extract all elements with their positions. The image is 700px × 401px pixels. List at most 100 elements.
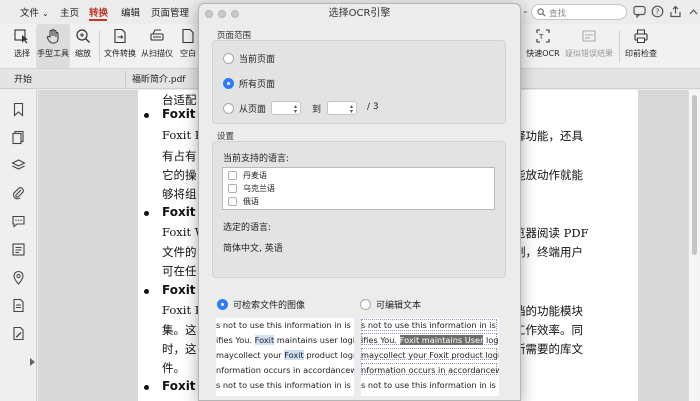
pages-icon[interactable] bbox=[11, 130, 26, 145]
selected-langs-label: 选定的语言: bbox=[223, 223, 272, 233]
signature-icon[interactable] bbox=[11, 326, 26, 341]
suspect-results-button[interactable]: 疑似错误结果 bbox=[564, 24, 614, 68]
all-pages-label: 所有页面 bbox=[239, 80, 276, 90]
stepper-arrows-icon[interactable]: ▴ ▾ bbox=[350, 104, 353, 115]
tab-start[interactable]: 开始 bbox=[14, 72, 32, 85]
searchable-image-radio[interactable] bbox=[217, 299, 228, 310]
zoom-icon bbox=[76, 29, 90, 43]
language-list[interactable]: 丹麦语 乌克兰语 俄语 bbox=[222, 167, 495, 210]
doc-line: 时，这 bbox=[162, 342, 197, 356]
doc-line: 工作效率。同 bbox=[514, 323, 583, 337]
current-page-label: 当前页面 bbox=[239, 55, 276, 65]
scrollbar-thumb[interactable] bbox=[692, 95, 697, 255]
bullet bbox=[144, 211, 149, 216]
doc-line: 集。这 bbox=[162, 323, 197, 337]
bullet bbox=[144, 385, 149, 390]
doc-line: 它的操 bbox=[162, 168, 197, 182]
quick-ocr-button[interactable]: T 快速OCR bbox=[525, 24, 561, 68]
preview-line: s not to use this information in is bbox=[361, 320, 496, 330]
settings-group: 当前支持的语言: 丹麦语 乌克兰语 俄语 选定的语言: 简体中文, 英语 bbox=[212, 141, 506, 278]
document-properties-icon[interactable] bbox=[11, 298, 26, 313]
doc-line: Foxit P bbox=[162, 128, 203, 142]
active-menu-indicator bbox=[89, 19, 107, 21]
from-scanner-button[interactable]: 从扫描仪 bbox=[140, 24, 174, 68]
form-fields-icon[interactable] bbox=[11, 242, 26, 257]
location-pin-icon[interactable] bbox=[11, 270, 26, 285]
tab-document[interactable]: 福昕简介.pdf bbox=[132, 72, 185, 85]
comment-icon[interactable] bbox=[11, 214, 26, 229]
share-icon[interactable] bbox=[669, 5, 682, 18]
ribbon-divider bbox=[619, 30, 620, 62]
scanner-icon bbox=[150, 29, 164, 41]
bookmark-icon[interactable] bbox=[11, 102, 26, 117]
doc-line: 释功能，还具 bbox=[514, 129, 583, 143]
doc-line: 档的功能模块 bbox=[514, 304, 583, 318]
all-pages-radio[interactable] bbox=[223, 78, 234, 89]
supported-langs-label: 当前支持的语言: bbox=[223, 154, 290, 164]
language-item[interactable]: 丹麦语 bbox=[243, 170, 267, 181]
searchable-image-label: 可检索文件的图像 bbox=[233, 301, 306, 311]
page-range-group: 当前页面 所有页面 从页面 ▴ ▾ 到 ▴ ▾ / 3 bbox=[212, 40, 506, 124]
doc-line: 可在任 bbox=[162, 264, 197, 278]
from-page-label: 从页面 bbox=[239, 105, 267, 115]
language-checkbox[interactable] bbox=[228, 197, 237, 206]
zoom-button[interactable]: 缩放 bbox=[72, 24, 94, 68]
select-tool-button[interactable]: 选择 bbox=[6, 24, 38, 68]
svg-text:?: ? bbox=[655, 8, 659, 17]
attachment-icon[interactable] bbox=[11, 186, 26, 201]
bullet bbox=[144, 289, 149, 294]
preview-line: s not to use this information in is bbox=[361, 380, 496, 390]
preview-line: maycollect your Foxit product logm bbox=[361, 350, 499, 360]
help-icon[interactable]: ? bbox=[651, 5, 664, 18]
language-checkbox[interactable] bbox=[228, 184, 237, 193]
menu-file[interactable]: 文件 ⌄ bbox=[20, 5, 49, 19]
doc-line: 够将组 bbox=[162, 187, 197, 201]
from-page-stepper[interactable]: ▴ ▾ bbox=[271, 101, 301, 115]
select-arrow-icon bbox=[14, 29, 28, 44]
svg-text:T: T bbox=[538, 33, 544, 41]
ribbon-divider bbox=[99, 30, 100, 62]
dropdown-caret-icon[interactable]: ⌄ bbox=[522, 6, 529, 15]
stepper-arrows-icon[interactable]: ▴ ▾ bbox=[294, 104, 297, 115]
vertical-scrollbar[interactable] bbox=[688, 90, 700, 401]
layers-icon[interactable] bbox=[11, 158, 26, 173]
blank-page-button[interactable]: 空白 bbox=[177, 24, 199, 68]
expand-icon[interactable] bbox=[687, 5, 700, 18]
to-page-stepper[interactable]: ▴ ▾ bbox=[327, 101, 357, 115]
language-item[interactable]: 俄语 bbox=[243, 196, 259, 207]
preview-line: s not to use this information in is bbox=[216, 380, 351, 390]
preview-line: ifies You. Foxit maintains user logifi bbox=[216, 335, 354, 345]
doc-line: 文件的 bbox=[162, 245, 197, 259]
print-check-icon bbox=[634, 29, 648, 43]
suspect-results-icon bbox=[582, 30, 596, 42]
tab-divider bbox=[125, 71, 126, 87]
hand-icon bbox=[46, 29, 59, 44]
expand-panel-icon[interactable] bbox=[30, 358, 35, 366]
doc-line: 台适配 bbox=[162, 93, 197, 107]
from-page-radio[interactable] bbox=[223, 103, 234, 114]
menu-convert[interactable]: 转换 bbox=[89, 5, 108, 19]
preview-line: ifies You. Foxit maintains User logifi bbox=[361, 335, 499, 345]
left-navigation-panel bbox=[0, 90, 37, 401]
preview-line: nformation occurs in accordancewi bbox=[361, 365, 499, 375]
doc-line: 所需要的库文 bbox=[514, 342, 583, 356]
hand-tool-button[interactable]: 手型工具 bbox=[36, 24, 70, 68]
file-convert-button[interactable]: 文件转换 bbox=[103, 24, 137, 68]
chat-icon[interactable] bbox=[633, 5, 646, 18]
doc-line: 能放动作就能 bbox=[514, 168, 583, 182]
editable-text-radio[interactable] bbox=[360, 299, 371, 310]
print-check-button[interactable]: 印前检查 bbox=[623, 24, 659, 68]
current-page-radio[interactable] bbox=[223, 53, 234, 64]
menu-edit[interactable]: 编辑 bbox=[121, 5, 140, 19]
blank-page-icon bbox=[182, 28, 194, 44]
doc-line: 制，终端用户 bbox=[514, 245, 583, 259]
searchable-image-preview: s not to use this information in is ifie… bbox=[216, 318, 354, 396]
search-input[interactable]: 查找 bbox=[531, 4, 627, 20]
editable-text-label: 可编辑文本 bbox=[376, 301, 422, 311]
menu-page-manage[interactable]: 页面管理 bbox=[151, 5, 189, 19]
selected-langs-value: 简体中文, 英语 bbox=[223, 244, 283, 254]
language-item[interactable]: 乌克兰语 bbox=[243, 183, 275, 194]
language-checkbox[interactable] bbox=[228, 171, 237, 180]
menu-home[interactable]: 主页 bbox=[60, 5, 79, 19]
dialog-title: 选择OCR引擎 bbox=[328, 8, 391, 19]
